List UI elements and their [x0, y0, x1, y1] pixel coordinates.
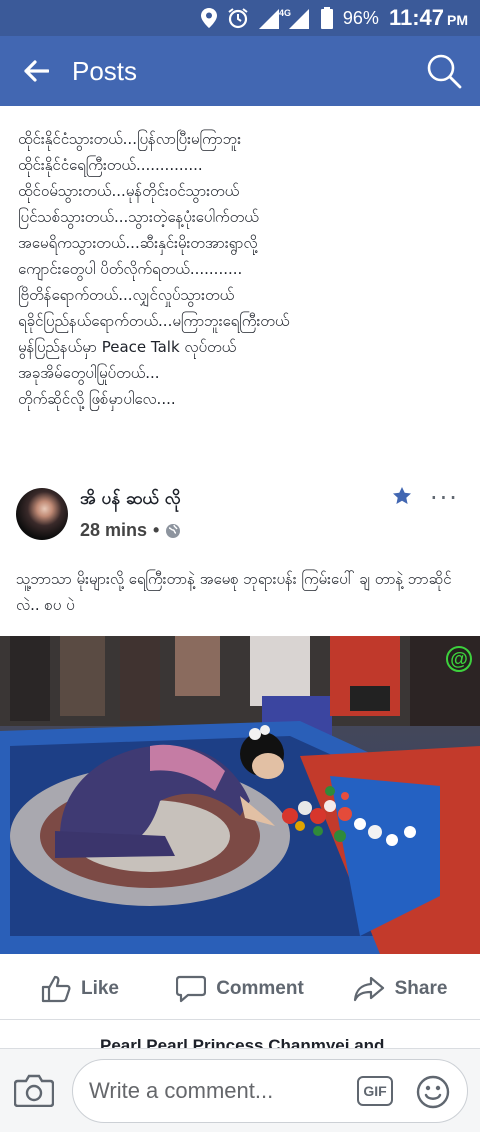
photo-illustration [0, 636, 480, 954]
emoji-button[interactable] [415, 1074, 451, 1114]
author-name[interactable]: အိ ပန် ဆယ် လို [80, 488, 181, 513]
comment-button[interactable]: Comment [160, 958, 320, 1019]
page-title: Posts [72, 55, 138, 86]
post-line: အမေရိကသွားတယ်...ဆီးနှင်းမိုးတအားရွာလို့ [18, 234, 258, 252]
status-bar: 4G 96% 11:47 PM [0, 0, 480, 36]
post-time[interactable]: 28 mins [80, 520, 147, 541]
shared-post-caption: သူ့ဘာသာ မိုးများလို့ ရေကြီးတာနဲ့ အမေစု ဘ… [16, 570, 452, 614]
gif-button[interactable]: GIF [357, 1076, 393, 1106]
post-line: တိုက်ဆိုင်လို့ ဖြစ်မှာပါလေ.... [18, 390, 176, 408]
back-button[interactable] [0, 36, 72, 106]
post-line: ထိုင်ဝမ်သွားတယ်...မုန်တိုင်းဝင်သွားတယ် [18, 182, 240, 200]
star-icon[interactable] [392, 486, 412, 510]
camera-icon [13, 1074, 55, 1108]
post-body: ထိုင်းနိုင်ငံသွားတယ်...ပြန်လာပြီးမကြာဘူး… [18, 126, 468, 412]
clock-ampm: PM [447, 12, 468, 28]
clock-time: 11:47 [388, 5, 444, 30]
thumbs-up-icon [41, 975, 71, 1002]
svg-text:4G: 4G [279, 8, 291, 18]
post-line: ကျောင်းတွေပါ ပိတ်လိုက်ရတယ်........... [18, 260, 243, 278]
more-options-icon[interactable]: ··· [430, 484, 459, 512]
smiley-icon [416, 1075, 450, 1109]
alarm-icon [227, 7, 249, 29]
like-button[interactable]: Like [0, 958, 160, 1019]
post-line: ပြင်သစ်သွားတယ်...သွားတဲ့နေ့ပုံးပေါက်တယ် [18, 208, 259, 226]
comment-composer: Write a comment... GIF [0, 1048, 480, 1132]
comment-icon [176, 975, 207, 1002]
globe-icon [166, 523, 181, 538]
image-badge: @ [446, 646, 472, 672]
comment-placeholder: Write a comment... [89, 1078, 274, 1103]
share-icon [353, 976, 384, 1001]
app-bar: Posts [0, 36, 480, 106]
post-line: ထိုင်းနိုင်ငံရေကြီးတယ်.............. [18, 156, 203, 174]
clock: 11:47 PM [389, 5, 468, 31]
post-meta: 28 mins • [80, 520, 181, 541]
post-line: ထိုင်းနိုင်ငံသွားတယ်...ပြန်လာပြီးမကြာဘူး [18, 130, 242, 148]
post-line: ရခိုင်ပြည်နယ်ရောက်တယ်...မကြာဘူးရေကြီးတယ် [18, 312, 290, 330]
arrow-left-icon [24, 60, 49, 82]
search-button[interactable] [408, 36, 480, 106]
separator-dot: • [153, 520, 160, 540]
avatar[interactable] [16, 488, 68, 540]
battery-icon [320, 7, 333, 29]
search-icon [427, 54, 462, 89]
like-label: Like [80, 977, 120, 999]
camera-button[interactable] [13, 1073, 55, 1111]
post-line: အခုအိမ်တွေပါမြုပ်တယ်... [18, 364, 160, 382]
comment-input[interactable]: Write a comment... GIF [72, 1059, 468, 1123]
share-label: Share [394, 977, 448, 999]
signal-4g-icon: 4G [258, 7, 311, 29]
post-photo[interactable]: @ [0, 636, 480, 954]
comment-label: Comment [216, 977, 304, 999]
shared-post-header: အိ ပန် ဆယ် လို 28 mins • ··· [16, 484, 466, 544]
post-line: ဗြိတိန်ရောက်တယ်...လျှင်လှုပ်သွားတယ် [18, 286, 235, 304]
post-actions: Like Comment Share [0, 958, 480, 1020]
post-line: မွန်ပြည်နယ်မှာ Peace Talk လုပ်တယ် [18, 338, 237, 356]
share-button[interactable]: Share [320, 958, 480, 1019]
location-icon [200, 8, 217, 28]
battery-percent: 96% [342, 7, 379, 28]
